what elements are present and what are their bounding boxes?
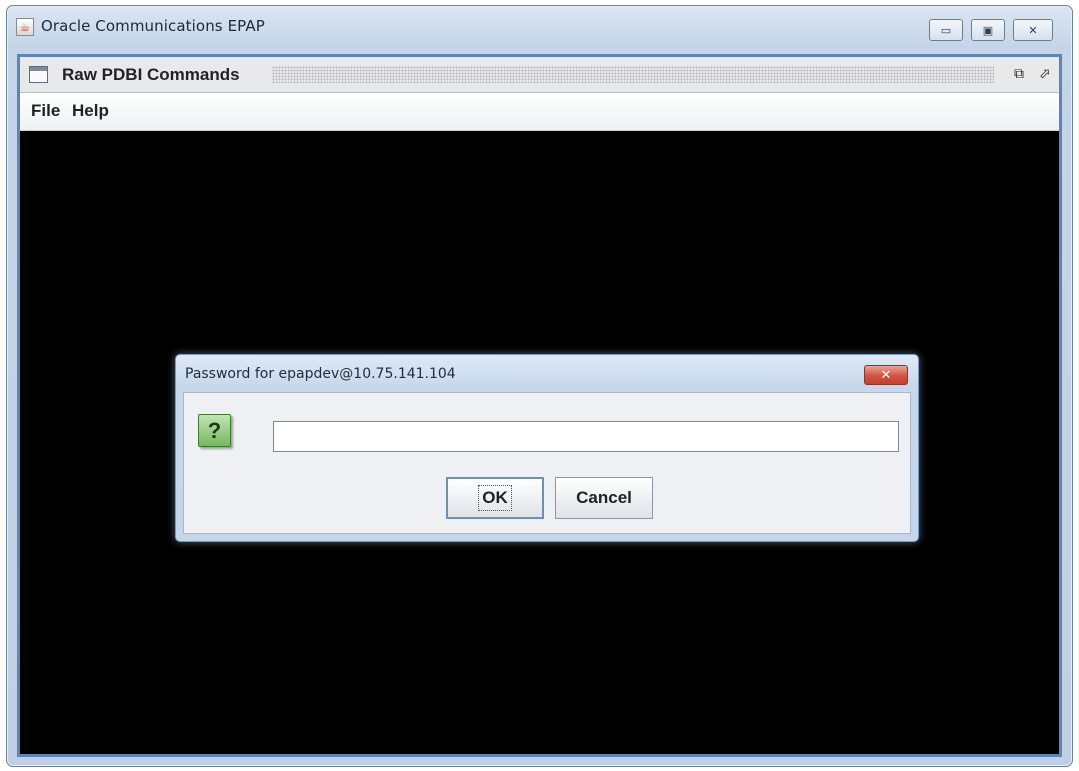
cancel-button[interactable]: Cancel <box>555 477 653 519</box>
ok-button[interactable]: OK <box>446 477 544 519</box>
maximize-frame-icon[interactable]: ⬀ <box>1036 65 1054 83</box>
iconify-icon[interactable]: ⧉ <box>1010 65 1028 83</box>
close-button[interactable]: ✕ <box>1013 19 1053 41</box>
main-window-titlebar[interactable]: ☕ Oracle Communications EPAP ▭ ▣ ✕ <box>7 6 1072 46</box>
java-coffee-icon: ☕ <box>16 18 34 36</box>
titlebar-drag-pattern <box>272 66 994 83</box>
raw-pdbi-titlebar[interactable]: Raw PDBI Commands ⧉ ⬀ <box>20 57 1059 93</box>
dialog-close-button[interactable]: ✕ <box>864 365 908 385</box>
question-icon: ? <box>198 414 231 447</box>
password-dialog: Password for epapdev@10.75.141.104 ✕ ? O… <box>175 354 919 542</box>
menu-bar: File Help <box>20 93 1059 131</box>
password-input[interactable] <box>273 421 899 452</box>
maximize-icon: ▣ <box>982 23 994 37</box>
raw-pdbi-title: Raw PDBI Commands <box>62 65 240 84</box>
maximize-button[interactable]: ▣ <box>971 19 1005 41</box>
menu-file[interactable]: File <box>31 101 60 121</box>
menu-help[interactable]: Help <box>72 101 109 121</box>
main-window: ☕ Oracle Communications EPAP ▭ ▣ ✕ Raw P… <box>6 5 1073 767</box>
minimize-button[interactable]: ▭ <box>929 19 963 41</box>
minimize-icon: ▭ <box>940 23 952 37</box>
window-frame-icon <box>29 66 48 83</box>
password-dialog-body: ? OK Cancel <box>183 392 911 534</box>
close-icon: ✕ <box>880 367 892 383</box>
main-window-title: Oracle Communications EPAP <box>41 17 265 35</box>
close-icon: ✕ <box>1028 23 1038 37</box>
password-dialog-title: Password for epapdev@10.75.141.104 <box>185 366 456 382</box>
ok-button-label: OK <box>478 485 512 511</box>
